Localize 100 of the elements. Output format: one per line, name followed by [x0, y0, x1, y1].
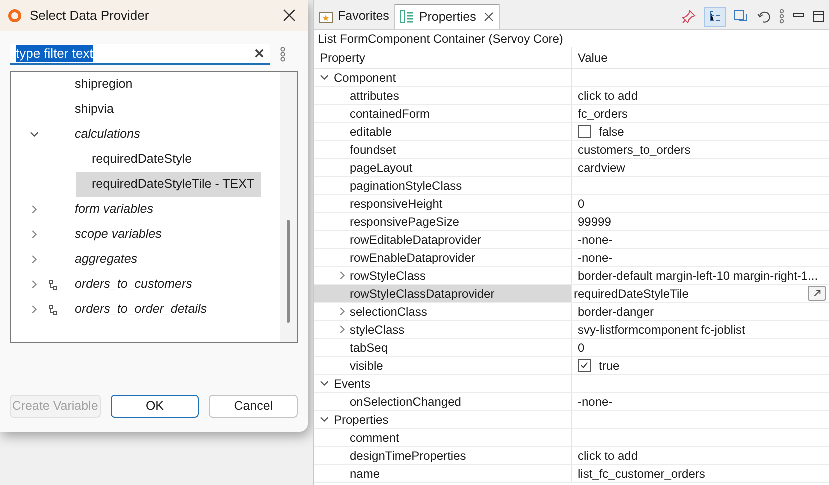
category-label: Events	[334, 376, 371, 392]
property-row[interactable]: editable false	[314, 123, 829, 141]
property-value: requiredDateStyleTile	[574, 286, 689, 302]
property-row[interactable]: responsivePageSize 99999	[314, 213, 829, 231]
filter-field[interactable]: type filter text	[10, 44, 270, 65]
property-value: 0	[578, 340, 585, 356]
property-row[interactable]: foundset customers_to_orders	[314, 141, 829, 159]
tree-item[interactable]: shipregion	[59, 72, 139, 97]
checkbox[interactable]	[578, 359, 591, 372]
tab-label: Properties	[419, 8, 476, 26]
more-options-icon[interactable]	[779, 9, 785, 24]
property-row[interactable]: attributes click to add	[314, 87, 829, 105]
pin-icon[interactable]	[682, 10, 696, 24]
column-header[interactable]: Value	[572, 47, 829, 68]
cancel-button[interactable]: Cancel	[209, 395, 298, 418]
property-row[interactable]: pageLayout cardview	[314, 159, 829, 177]
expand-chevron-icon[interactable]	[30, 280, 38, 289]
category-row[interactable]: Component	[314, 69, 829, 87]
filter-text: type filter text	[16, 45, 94, 62]
link-icon[interactable]	[734, 10, 749, 24]
property-row[interactable]: selectionClass border-danger	[314, 303, 829, 321]
collapse-chevron-icon[interactable]	[320, 415, 329, 424]
property-name: responsivePageSize	[350, 214, 460, 230]
edit-button[interactable]	[808, 286, 826, 301]
clear-icon[interactable]	[255, 49, 264, 58]
ok-button[interactable]: OK	[110, 395, 200, 418]
property-row[interactable]: comment	[314, 429, 829, 447]
category-label: Component	[334, 70, 396, 86]
check-icon	[580, 361, 589, 370]
tree-item[interactable]: requiredDateStyle	[76, 147, 198, 172]
property-row[interactable]: rowStyleClassDataprovider requiredDateStyleTile	[314, 285, 829, 303]
property-value: border-danger	[578, 304, 654, 320]
dialog-title: Select Data Provider	[30, 6, 150, 25]
column-header[interactable]: Property	[314, 47, 572, 68]
tree-item[interactable]: calculations	[59, 122, 146, 147]
expand-chevron-icon[interactable]	[338, 271, 347, 280]
tree-item[interactable]: orders_to_customers	[59, 272, 198, 297]
property-name: designTimeProperties	[350, 448, 466, 464]
property-name: name	[350, 466, 380, 482]
property-value: 99999	[578, 214, 612, 230]
property-row[interactable]: name list_fc_customer_orders	[314, 465, 829, 483]
property-name: rowEnableDataprovider	[350, 250, 476, 266]
close-icon[interactable]	[484, 12, 494, 22]
checkbox[interactable]	[578, 125, 591, 138]
expand-chevron-icon[interactable]	[30, 205, 38, 214]
property-value: false	[599, 124, 624, 140]
expand-chevron-icon[interactable]	[30, 255, 38, 264]
property-value: 0	[578, 196, 585, 212]
property-name: comment	[350, 430, 400, 446]
collapse-chevron-icon[interactable]	[30, 130, 38, 139]
tree-item[interactable]: orders_to_order_details	[59, 297, 214, 322]
property-row[interactable]: onSelectionChanged -none-	[314, 393, 829, 411]
property-name: editable	[350, 124, 392, 140]
property-name: foundset	[350, 142, 396, 158]
relation-icon	[48, 304, 56, 314]
collapse-chevron-icon[interactable]	[320, 73, 329, 82]
property-value: click to add	[578, 88, 638, 104]
properties-icon	[400, 10, 414, 24]
property-row[interactable]: containedForm fc_orders	[314, 105, 829, 123]
tree-item[interactable]: form variables	[59, 197, 160, 222]
property-value: -none-	[578, 250, 613, 266]
maximize-icon[interactable]	[813, 10, 825, 22]
property-name: rowEditableDataprovider	[350, 232, 482, 248]
property-row[interactable]: tabSeq 0	[314, 339, 829, 357]
property-name: attributes	[350, 88, 400, 104]
tree-item[interactable]: scope variables	[59, 222, 168, 247]
property-value: border-default margin-left-10 margin-right-1...	[578, 268, 818, 284]
tree-layout-button[interactable]	[704, 6, 726, 26]
property-value: customers_to_orders	[578, 142, 691, 158]
expand-chevron-icon[interactable]	[30, 305, 38, 314]
more-options-icon[interactable]	[280, 47, 286, 62]
panel-tab[interactable]: Properties	[395, 4, 500, 29]
property-row[interactable]: designTimeProperties click to add	[314, 447, 829, 465]
property-value: click to add	[578, 448, 638, 464]
property-value: fc_orders	[578, 106, 628, 122]
category-label: Properties	[334, 412, 389, 428]
property-row[interactable]: paginationStyleClass	[314, 177, 829, 195]
tree-item[interactable]: requiredDateStyleTile - TEXT	[76, 172, 261, 197]
property-row[interactable]: styleClass svy-listformcomponent fc-joblist	[314, 321, 829, 339]
property-name: responsiveHeight	[350, 196, 443, 212]
close-icon[interactable]	[283, 9, 296, 22]
tree-item[interactable]: shipvia	[59, 97, 120, 122]
property-row[interactable]: rowEditableDataprovider -none-	[314, 231, 829, 249]
expand-chevron-icon[interactable]	[30, 230, 38, 239]
property-row[interactable]: responsiveHeight 0	[314, 195, 829, 213]
undo-icon[interactable]	[757, 10, 771, 24]
property-name: selectionClass	[350, 304, 428, 320]
property-row[interactable]: rowEnableDataprovider -none-	[314, 249, 829, 267]
property-name: onSelectionChanged	[350, 394, 462, 410]
scrollbar-thumb[interactable]	[287, 220, 290, 323]
tree-item[interactable]: aggregates	[59, 247, 144, 272]
property-name: rowStyleClassDataprovider	[350, 286, 495, 302]
collapse-chevron-icon[interactable]	[320, 379, 329, 388]
panel-heading: List FormComponent Container (Servoy Core)	[318, 30, 564, 48]
property-value: cardview	[578, 160, 626, 176]
property-value: true	[599, 358, 620, 374]
category-row[interactable]: Events	[314, 375, 829, 393]
property-row[interactable]: visible true	[314, 357, 829, 375]
scrollbar[interactable]	[280, 72, 297, 342]
category-row[interactable]: Properties	[314, 411, 829, 429]
